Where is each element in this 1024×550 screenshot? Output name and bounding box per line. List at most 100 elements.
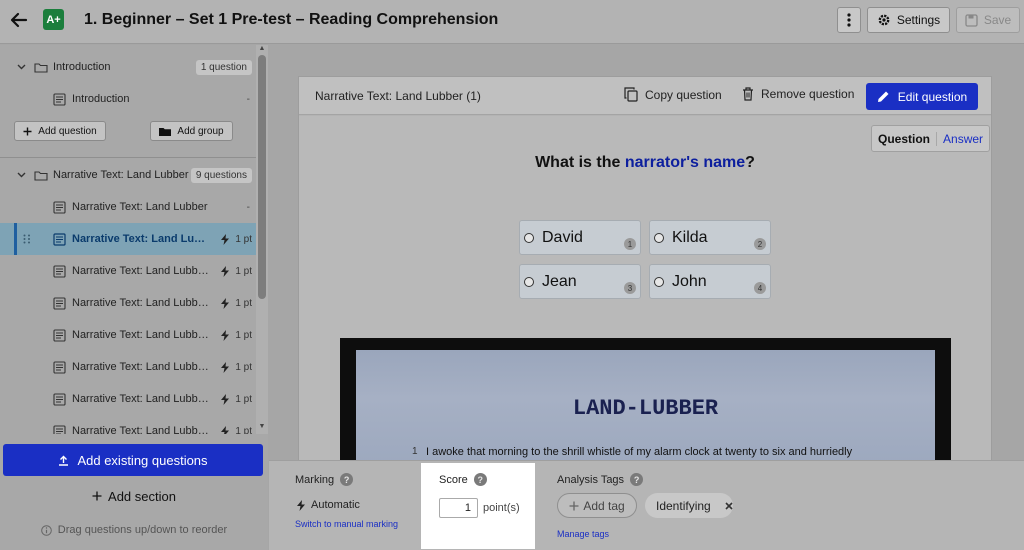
add-existing-label: Add existing questions bbox=[77, 452, 208, 468]
pencil-icon bbox=[877, 90, 890, 103]
tree-item-points: 1 pt bbox=[221, 425, 252, 435]
back-arrow-icon[interactable] bbox=[8, 9, 30, 31]
radio-button[interactable] bbox=[654, 276, 664, 287]
document-icon bbox=[53, 424, 66, 434]
points-label: 1 pt bbox=[235, 297, 252, 309]
radio-button[interactable] bbox=[654, 232, 664, 243]
section-introduction[interactable]: Introduction 1 question bbox=[0, 51, 256, 83]
question-count-badge: 1 question bbox=[195, 59, 252, 75]
more-vertical-icon bbox=[847, 13, 851, 27]
add-existing-questions-button[interactable]: Add existing questions bbox=[3, 444, 263, 476]
score-title: Score ? bbox=[439, 473, 487, 486]
page-title: 1. Beginner – Set 1 Pre-test – Reading C… bbox=[84, 11, 499, 28]
folder-icon bbox=[34, 62, 48, 73]
sidebar-scroll-thumb[interactable] bbox=[258, 55, 266, 299]
close-icon[interactable] bbox=[725, 501, 733, 510]
lightning-icon bbox=[221, 425, 230, 434]
drag-hint-text: Drag questions up/down to reorder bbox=[57, 524, 228, 536]
radio-button[interactable] bbox=[524, 232, 534, 243]
prompt-highlight: narrator's name bbox=[624, 154, 746, 171]
add-section-button[interactable]: Add section bbox=[0, 485, 268, 507]
drag-handle-icon[interactable] bbox=[22, 234, 31, 244]
scroll-down-arrow-icon[interactable]: ▼ bbox=[257, 423, 267, 433]
add-tag-label: Add tag bbox=[583, 498, 625, 513]
tree-item-points: 1 pt bbox=[221, 329, 252, 341]
option-number-badge: 1 bbox=[624, 238, 636, 250]
tree-item-label: Narrative Text: Land Lubber... bbox=[72, 297, 212, 309]
more-options-button[interactable] bbox=[837, 7, 861, 33]
settings-button[interactable]: Settings bbox=[867, 7, 950, 33]
score-title-text: Score bbox=[439, 473, 468, 486]
radio-button[interactable] bbox=[524, 276, 534, 287]
app-logo-icon: A+ bbox=[43, 9, 64, 30]
marking-title-text: Marking bbox=[295, 473, 335, 486]
lightning-icon bbox=[221, 361, 230, 373]
help-icon[interactable]: ? bbox=[340, 473, 354, 486]
passage-page: LAND-LUBBER 1 I awoke that morning to th… bbox=[356, 350, 935, 460]
score-unit: point(s) bbox=[483, 502, 520, 514]
add-question-button[interactable]: Add question bbox=[14, 121, 106, 141]
option-number-badge: 3 bbox=[624, 282, 636, 294]
marking-value-text: Automatic bbox=[311, 499, 360, 511]
chevron-down-icon[interactable] bbox=[16, 64, 26, 70]
tree-item[interactable]: Narrative Text: Land Lubber... 1 pt bbox=[0, 415, 256, 434]
toggle-answer[interactable]: Answer bbox=[936, 131, 989, 146]
answer-option[interactable]: Kilda 2 bbox=[649, 220, 771, 255]
tree-item-points: 1 pt bbox=[221, 265, 252, 277]
add-tag-button[interactable]: Add tag bbox=[557, 493, 637, 518]
tag-chip[interactable]: Identifying bbox=[645, 493, 733, 518]
tree-item[interactable]: Narrative Text: Land Lubber... 1 pt bbox=[0, 383, 256, 415]
remove-question-button[interactable]: Remove question bbox=[742, 87, 854, 101]
analysis-tags-title-text: Analysis Tags bbox=[557, 473, 625, 486]
lightning-icon bbox=[221, 329, 230, 341]
selection-indicator bbox=[14, 223, 17, 255]
answer-option[interactable]: John 4 bbox=[649, 264, 771, 299]
tree-item[interactable]: Narrative Text: Land Lubber... 1 pt bbox=[0, 319, 256, 351]
points-label: 1 pt bbox=[235, 425, 252, 435]
lightning-icon bbox=[221, 393, 230, 405]
lightning-icon bbox=[221, 233, 230, 245]
settings-label: Settings bbox=[896, 13, 941, 27]
tree-item-meta: - bbox=[246, 201, 250, 213]
tree-item[interactable]: Introduction - bbox=[0, 83, 256, 115]
save-icon bbox=[965, 13, 978, 27]
question-answer-toggle[interactable]: Question Answer bbox=[871, 125, 991, 152]
manage-tags-link[interactable]: Manage tags bbox=[557, 529, 609, 539]
tree-item[interactable]: Narrative Text: Land Lubber - bbox=[0, 191, 256, 223]
passage-line: I awoke that morning to the shrill whist… bbox=[426, 446, 853, 458]
chevron-down-icon[interactable] bbox=[16, 172, 26, 178]
edit-question-button[interactable]: Edit question bbox=[866, 83, 978, 110]
section-narrative-text[interactable]: Narrative Text: Land Lubber 9 questions bbox=[0, 159, 256, 191]
scroll-up-arrow-icon[interactable]: ▲ bbox=[257, 45, 267, 55]
section-label: Narrative Text: Land Lubber bbox=[53, 169, 189, 181]
gear-icon bbox=[877, 13, 891, 27]
add-group-button[interactable]: Add group bbox=[150, 121, 233, 141]
tree-item-label: Narrative Text: Land Lubber... bbox=[72, 329, 212, 341]
tree-item-selected[interactable]: Narrative Text: Land Lubb... 1 pt bbox=[0, 223, 256, 255]
plus-icon bbox=[569, 501, 579, 511]
tree-item[interactable]: Narrative Text: Land Lubber... 1 pt bbox=[0, 287, 256, 319]
copy-question-button[interactable]: Copy question bbox=[624, 87, 722, 102]
document-icon bbox=[53, 328, 66, 342]
passage-title: LAND-LUBBER bbox=[572, 396, 719, 421]
save-button[interactable]: Save bbox=[956, 7, 1020, 33]
help-icon[interactable]: ? bbox=[630, 473, 644, 486]
tree-item[interactable]: Narrative Text: Land Lubber... 1 pt bbox=[0, 351, 256, 383]
tree-item[interactable]: Narrative Text: Land Lubber... 1 pt bbox=[0, 255, 256, 287]
score-input[interactable]: 1 bbox=[439, 498, 478, 518]
answer-option[interactable]: David 1 bbox=[519, 220, 641, 255]
document-icon bbox=[53, 360, 66, 374]
help-icon[interactable]: ? bbox=[473, 473, 487, 486]
plus-icon bbox=[23, 127, 32, 136]
analysis-tags-title: Analysis Tags ? bbox=[557, 473, 644, 486]
add-section-label: Add section bbox=[108, 488, 176, 504]
switch-manual-marking-link[interactable]: Switch to manual marking bbox=[295, 519, 398, 529]
toggle-question[interactable]: Question bbox=[872, 132, 936, 146]
marking-value: Automatic bbox=[297, 499, 360, 511]
passage-line-number: 1 bbox=[412, 446, 418, 457]
add-question-label: Add question bbox=[38, 125, 97, 137]
question-tree: Introduction 1 question Introduction - A… bbox=[0, 45, 256, 434]
answer-option[interactable]: Jean 3 bbox=[519, 264, 641, 299]
lightning-icon bbox=[297, 499, 305, 511]
copy-question-label: Copy question bbox=[645, 87, 722, 102]
